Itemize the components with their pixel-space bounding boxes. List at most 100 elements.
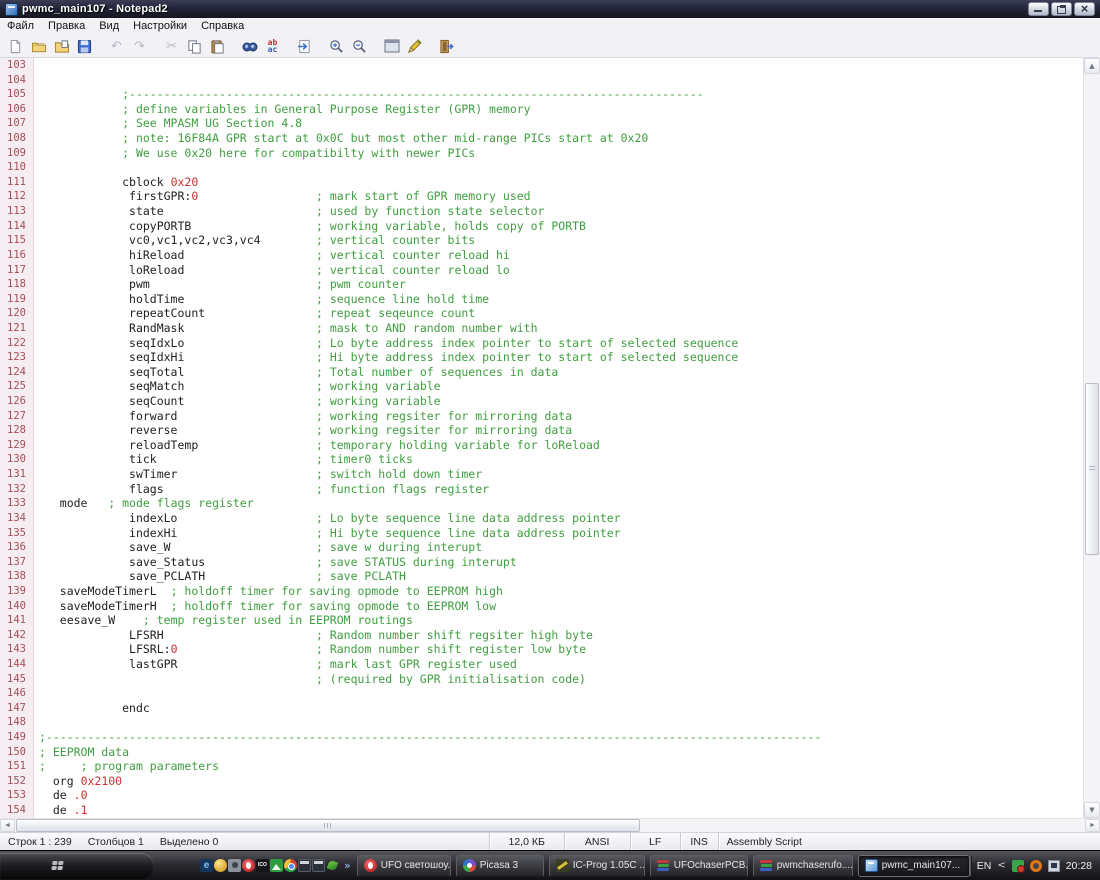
code-line: 152 org 0x2100 — [0, 773, 1083, 789]
ie-icon[interactable]: e — [200, 859, 213, 872]
undo-icon[interactable]: ↶ — [105, 36, 128, 57]
ic-prog-icon — [555, 859, 569, 872]
redo-icon[interactable]: ↷ — [128, 36, 151, 57]
swoosh-icon[interactable] — [326, 859, 339, 872]
notepad2-app-icon — [5, 2, 18, 16]
tray-separator — [969, 855, 971, 876]
new-file-icon[interactable] — [4, 36, 27, 57]
horizontal-scrollbar[interactable]: ◄ ► — [0, 818, 1100, 832]
horizontal-scroll-thumb[interactable] — [16, 819, 640, 832]
code-line: 121 RandMask ; mask to AND random number… — [0, 320, 1083, 336]
find-icon[interactable] — [238, 36, 261, 57]
status-eol[interactable]: LF — [629, 833, 680, 850]
vertical-scroll-thumb[interactable] — [1085, 383, 1099, 555]
cut-icon[interactable]: ✂ — [160, 36, 183, 57]
scroll-down-arrow-icon[interactable]: ▼ — [1084, 802, 1100, 818]
minimize-button[interactable] — [1028, 2, 1049, 16]
start-button[interactable] — [0, 852, 154, 879]
task-pwmchaserufo[interactable]: pwmchaserufo.... — [752, 854, 853, 877]
code-line: 135 indexHi ; Hi byte sequence line data… — [0, 525, 1083, 541]
restore-button[interactable] — [1051, 2, 1072, 16]
title-bar: pwmc_main107 - Notepad2 — [0, 0, 1100, 18]
task-ufochaserpcb[interactable]: UFOchaserPCB... — [649, 854, 748, 877]
picasa-icon — [462, 859, 476, 872]
quick-launch-overflow-chevron[interactable]: » — [344, 859, 351, 872]
ico-editor-icon[interactable]: ICO — [256, 859, 269, 872]
save-icon[interactable] — [73, 36, 96, 57]
code-area[interactable]: 103 104 105 ;-----------------------------… — [0, 58, 1083, 818]
code-line: 124 seqTotal ; Total number of sequences… — [0, 364, 1083, 380]
notepad2-icon — [864, 859, 878, 872]
task-pwmc-main107[interactable]: pwmc_main107... — [857, 854, 970, 877]
open-folder-view-icon[interactable] — [50, 36, 73, 57]
chrome-icon[interactable] — [284, 859, 297, 872]
code-line: 140 saveModeTimerH ; holdoff timer for s… — [0, 598, 1083, 614]
quick-launch-bar: e ICO — [200, 859, 339, 872]
paste-icon[interactable] — [206, 36, 229, 57]
status-syntax-scheme[interactable]: Assembly Script — [717, 833, 838, 850]
vertical-scrollbar[interactable]: ▲ ▼ — [1083, 58, 1100, 818]
scroll-left-arrow-icon[interactable]: ◄ — [0, 819, 15, 832]
menu-help[interactable]: Справка — [194, 19, 251, 33]
task-picasa[interactable]: Picasa 3 — [455, 854, 544, 877]
code-line: 148 — [0, 715, 1083, 731]
console-window-icon[interactable] — [380, 36, 403, 57]
close-button[interactable] — [1074, 1, 1095, 16]
code-line: 139 saveModeTimerL ; holdoff timer for s… — [0, 583, 1083, 599]
menu-view[interactable]: Вид — [92, 19, 126, 33]
zoom-out-icon[interactable] — [348, 36, 371, 57]
orange-ring-icon[interactable] — [1029, 859, 1042, 872]
scroll-up-arrow-icon[interactable]: ▲ — [1084, 58, 1100, 74]
antivirus-icon[interactable] — [1011, 859, 1025, 873]
menu-bar: Файл Правка Вид Настройки Справка — [0, 18, 1100, 35]
status-line: Строк 1 : 239 — [8, 835, 72, 848]
code-line: 109 ; We use 0x20 here for compatibilty … — [0, 145, 1083, 161]
task-ic-prog[interactable]: IC-Prog 1.05C ... — [548, 854, 645, 877]
copy-icon[interactable] — [183, 36, 206, 57]
language-indicator[interactable]: EN — [977, 860, 992, 872]
status-selection: Выделено 0 — [159, 835, 219, 848]
calendar-icon[interactable] — [298, 859, 311, 872]
code-line: 137 save_Status ; save STATUS during int… — [0, 554, 1083, 570]
open-file-icon[interactable] — [27, 36, 50, 57]
menu-file[interactable]: Файл — [0, 19, 41, 33]
status-encoding[interactable]: ANSI — [563, 833, 630, 850]
code-line: 115 vc0,vc1,vc2,vc3,vc4 ; vertical count… — [0, 233, 1083, 248]
edit-scheme-icon[interactable] — [403, 36, 426, 57]
code-line: 150; EEPROM data — [0, 744, 1083, 760]
tray-clock[interactable]: 20:28 — [1066, 860, 1092, 872]
goto-icon[interactable] — [293, 36, 316, 57]
code-line: 123 seqIdxHi ; Hi byte address index poi… — [0, 350, 1083, 365]
menu-edit[interactable]: Правка — [41, 19, 92, 33]
scroll-right-arrow-icon[interactable]: ► — [1085, 819, 1100, 832]
exit-icon[interactable] — [435, 36, 458, 57]
gold-app-icon[interactable] — [214, 859, 227, 872]
code-line: 106 ; define variables in General Purpos… — [0, 101, 1083, 117]
code-line: 108 ; note: 16F84A GPR start at 0x0C but… — [0, 131, 1083, 146]
camera-icon[interactable] — [228, 859, 241, 872]
status-bar: Строк 1 : 239 Столбцов 1 Выделено 0 12,0… — [0, 832, 1100, 850]
code-line: 117 loReload ; vertical counter reload l… — [0, 262, 1083, 278]
code-line: 119 holdTime ; sequence line hold time — [0, 291, 1083, 307]
code-line: 110 — [0, 160, 1083, 175]
status-file-size: 12,0 КБ — [488, 833, 564, 850]
code-line: 138 save_PCLATH ; save PCLATH — [0, 569, 1083, 584]
code-line: 130 tick ; timer0 ticks — [0, 452, 1083, 468]
code-line: 118 pwm ; pwm counter — [0, 277, 1083, 292]
menu-settings[interactable]: Настройки — [126, 19, 194, 33]
code-line: 129 reloadTemp ; temporary holding varia… — [0, 437, 1083, 453]
calendar-icon[interactable] — [312, 859, 325, 872]
status-insert-mode[interactable]: INS — [679, 833, 718, 850]
code-line: 141 eesave_W ; temp register used in EEP… — [0, 613, 1083, 628]
network-icon[interactable] — [1047, 859, 1060, 872]
editor: 103 104 105 ;-----------------------------… — [0, 58, 1100, 818]
tray-collapse-chevron[interactable]: < — [997, 860, 1005, 871]
archive-books-icon — [759, 859, 773, 872]
code-line: 134 indexLo ; Lo byte sequence line data… — [0, 510, 1083, 526]
task-ufo-svetoshow[interactable]: UFO светошоу... — [356, 854, 451, 877]
image-viewer-icon[interactable] — [270, 859, 283, 872]
zoom-in-icon[interactable] — [325, 36, 348, 57]
code-line: 153 de .0 — [0, 788, 1083, 804]
replace-icon[interactable]: ab ac — [261, 36, 284, 57]
opera-icon[interactable] — [242, 859, 255, 872]
